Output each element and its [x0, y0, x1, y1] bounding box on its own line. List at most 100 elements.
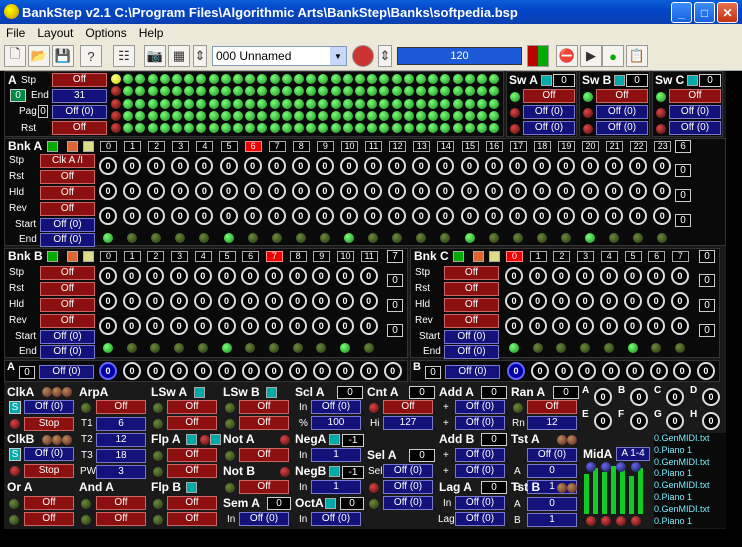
step-knob[interactable]: 0 [508, 157, 527, 175]
step-knob[interactable]: 0 [556, 157, 575, 175]
step-knob[interactable]: 0 [556, 182, 575, 200]
step-knob[interactable]: 0 [647, 267, 666, 285]
flpb-toggle[interactable] [186, 482, 197, 493]
step-led[interactable] [220, 123, 231, 134]
step-led[interactable] [281, 98, 292, 109]
step-led[interactable] [172, 74, 182, 84]
step-led[interactable] [379, 110, 390, 121]
step-led[interactable] [269, 86, 280, 97]
row-knob[interactable]: 0 [312, 362, 331, 380]
step-led[interactable] [220, 98, 231, 109]
step-led[interactable] [416, 123, 426, 134]
step-number[interactable]: 4 [194, 251, 212, 262]
step-led[interactable] [428, 86, 439, 97]
step-led[interactable] [245, 86, 256, 97]
step-knob[interactable]: 0 [412, 182, 431, 200]
step-led[interactable] [123, 74, 134, 84]
step-knob[interactable]: 0 [460, 182, 479, 200]
step-led[interactable] [111, 123, 121, 134]
step-led[interactable] [330, 86, 341, 97]
step-knob[interactable]: 0 [505, 267, 523, 285]
bank-c-hld[interactable]: Off [444, 298, 499, 312]
step-knob[interactable]: 0 [99, 157, 117, 175]
step-knob[interactable]: 0 [267, 157, 286, 175]
row-b-knob[interactable]: 0 [507, 362, 525, 380]
seq-a-end[interactable]: 31 [52, 89, 107, 103]
bank-b-color2[interactable] [83, 251, 94, 262]
step-led[interactable] [428, 110, 439, 121]
step-knob[interactable]: 0 [147, 157, 166, 175]
step-knob[interactable]: 0 [581, 207, 599, 225]
step-led[interactable] [294, 98, 304, 109]
bank-b-rst[interactable]: Off [40, 282, 95, 296]
flpa-toggle2[interactable] [210, 434, 221, 445]
file-item[interactable]: 0.GenMIDI.txt [654, 480, 726, 492]
arpa-pw[interactable]: 3 [96, 465, 146, 479]
step-led[interactable] [245, 123, 256, 134]
file-item[interactable]: 0.GenMIDI.txt [654, 433, 726, 445]
step-led[interactable] [489, 86, 500, 97]
step-led[interactable] [123, 98, 134, 109]
anda-off2[interactable]: Off [96, 512, 146, 526]
step-led[interactable] [464, 110, 475, 121]
step-led[interactable] [135, 98, 146, 109]
step-number[interactable]: 3 [577, 251, 595, 262]
bank-b-rev[interactable]: Off [40, 314, 95, 328]
step-knob[interactable]: 0 [336, 317, 354, 335]
step-led[interactable] [428, 123, 439, 134]
step-led[interactable] [257, 98, 268, 109]
bank-b-hld[interactable]: Off [40, 298, 95, 312]
step-number[interactable]: 5 [624, 251, 642, 262]
step-knob[interactable]: 0 [219, 157, 238, 175]
step-led[interactable] [184, 74, 195, 84]
row-knob[interactable]: 0 [194, 362, 213, 380]
bank-c-rst[interactable]: Off [444, 282, 499, 296]
mod-knob[interactable]: 0 [630, 388, 648, 406]
switch-value[interactable]: 0 [553, 74, 575, 87]
step-led[interactable] [440, 110, 451, 121]
step-number[interactable]: 12 [389, 141, 407, 152]
step-led[interactable] [159, 86, 170, 97]
bank-c-start[interactable]: Off (0) [444, 330, 499, 344]
step-led[interactable] [208, 74, 219, 84]
bank-a-rev[interactable]: Off [40, 202, 95, 216]
step-led[interactable] [147, 74, 158, 84]
step-knob[interactable]: 0 [122, 317, 141, 335]
file-item[interactable]: 0.GenMIDI.txt [654, 504, 726, 516]
step-number[interactable]: 11 [365, 141, 383, 152]
nota-off[interactable]: Off [239, 448, 289, 462]
step-led[interactable] [391, 98, 402, 109]
step-led[interactable] [196, 74, 207, 84]
step-led[interactable] [208, 86, 219, 97]
step-number[interactable]: 2 [553, 251, 571, 262]
step-led[interactable] [294, 74, 304, 84]
row-knob[interactable]: 0 [170, 362, 189, 380]
step-led[interactable] [355, 86, 365, 97]
step-led[interactable] [318, 123, 329, 134]
step-led[interactable] [257, 123, 268, 134]
step-led[interactable] [489, 123, 500, 134]
file-item[interactable]: 0.Piano 1 [654, 468, 726, 480]
step-knob[interactable]: 0 [288, 292, 307, 310]
step-knob[interactable]: 0 [340, 207, 358, 225]
clkb-s[interactable]: S [9, 448, 21, 461]
step-led[interactable] [123, 86, 134, 97]
step-led[interactable] [342, 110, 353, 121]
flpa-off1[interactable]: Off [167, 448, 217, 462]
step-led[interactable] [111, 98, 121, 109]
bank-c-row3-value[interactable]: 0 [699, 324, 715, 337]
laga-in[interactable]: Off (0) [455, 496, 505, 510]
mod-knob[interactable]: 0 [630, 412, 648, 430]
step-led[interactable] [123, 123, 134, 134]
bank-a-row3-value[interactable]: 0 [675, 214, 691, 227]
bank-c-row2-value[interactable]: 0 [699, 299, 715, 312]
anda-off1[interactable]: Off [96, 496, 146, 510]
clka-stop[interactable]: Stop [24, 417, 74, 431]
step-led[interactable] [379, 123, 390, 134]
negb-value[interactable]: -1 [342, 466, 364, 479]
step-knob[interactable]: 0 [412, 157, 431, 175]
negb-toggle[interactable] [329, 466, 340, 477]
tstb-b[interactable]: 1 [527, 513, 577, 527]
step-led[interactable] [464, 123, 475, 134]
step-knob[interactable]: 0 [532, 207, 551, 225]
